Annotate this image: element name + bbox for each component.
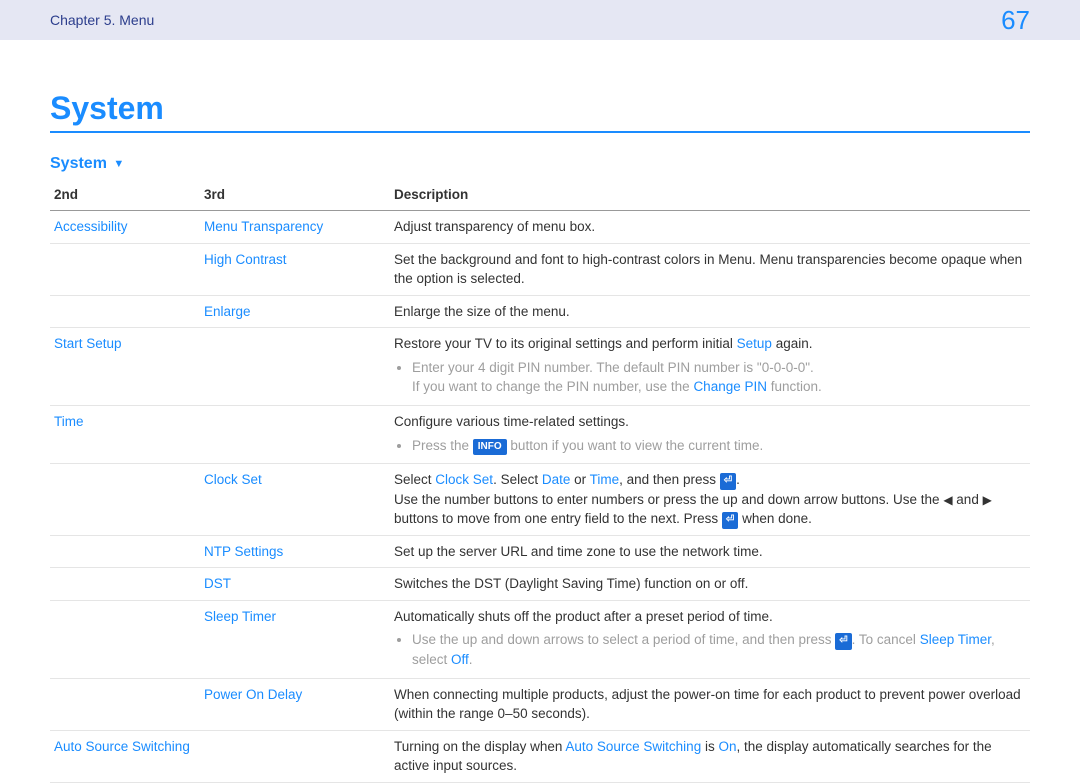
- menu-3rd-high-contrast: High Contrast: [204, 252, 287, 267]
- table-row: DST Switches the DST (Daylight Saving Ti…: [50, 568, 1030, 601]
- link-change-pin: Change PIN: [693, 379, 767, 394]
- desc-text: When connecting multiple products, adjus…: [390, 678, 1030, 730]
- page-header: Chapter 5. Menu 67: [0, 0, 1080, 40]
- enter-button-icon: ⏎: [722, 512, 738, 529]
- enter-button-icon: ⏎: [835, 633, 851, 650]
- desc-text: Restore your TV to its original settings…: [390, 328, 1030, 406]
- menu-2nd-time: Time: [54, 414, 84, 429]
- menu-3rd-power-on-delay: Power On Delay: [204, 687, 302, 702]
- menu-3rd-menu-transparency: Menu Transparency: [204, 219, 323, 234]
- table-row: Time Configure various time-related sett…: [50, 405, 1030, 463]
- desc-text: Turning on the display when Auto Source …: [390, 730, 1030, 782]
- table-row: Sleep Timer Automatically shuts off the …: [50, 600, 1030, 678]
- section-heading: System ▼: [50, 155, 1030, 173]
- section-title: System: [50, 155, 107, 172]
- table-row: Accessibility Menu Transparency Adjust t…: [50, 211, 1030, 244]
- menu-2nd-auto-source-switching: Auto Source Switching: [54, 739, 190, 754]
- link-setup: Setup: [737, 336, 772, 351]
- table-row: Enlarge Enlarge the size of the menu.: [50, 295, 1030, 328]
- desc-text: Switches the DST (Daylight Saving Time) …: [390, 568, 1030, 601]
- menu-2nd-accessibility: Accessibility: [54, 219, 128, 234]
- menu-3rd-dst: DST: [204, 576, 231, 591]
- bullet-note: Press the INFO button if you want to vie…: [412, 436, 1026, 456]
- table-row: Auto Source Switching Turning on the dis…: [50, 730, 1030, 782]
- menu-3rd-sleep-timer: Sleep Timer: [204, 609, 276, 624]
- desc-text: Enlarge the size of the menu.: [390, 295, 1030, 328]
- enter-button-icon: ⏎: [720, 473, 736, 490]
- col-header-3rd: 3rd: [200, 179, 390, 211]
- table-row: High Contrast Set the background and fon…: [50, 243, 1030, 295]
- left-arrow-icon: ◀: [943, 493, 952, 507]
- menu-3rd-ntp-settings: NTP Settings: [204, 544, 283, 559]
- desc-text: Select Clock Set. Select Date or Time, a…: [390, 464, 1030, 536]
- menu-2nd-start-setup: Start Setup: [54, 336, 122, 351]
- table-row: Power On Delay When connecting multiple …: [50, 678, 1030, 730]
- info-button-icon: INFO: [473, 439, 507, 456]
- col-header-description: Description: [390, 179, 1030, 211]
- table-row: Start Setup Restore your TV to its origi…: [50, 328, 1030, 406]
- col-header-2nd: 2nd: [50, 179, 200, 211]
- table-row: Clock Set Select Clock Set. Select Date …: [50, 464, 1030, 536]
- page-title: System: [50, 90, 1030, 133]
- page-content: System System ▼ 2nd 3rd Description Acce…: [0, 40, 1080, 783]
- desc-text: Set the background and font to high-cont…: [390, 243, 1030, 295]
- menu-3rd-clock-set: Clock Set: [204, 472, 262, 487]
- menu-3rd-enlarge: Enlarge: [204, 304, 251, 319]
- table-row: NTP Settings Set up the server URL and t…: [50, 535, 1030, 568]
- menu-table: 2nd 3rd Description Accessibility Menu T…: [50, 179, 1030, 783]
- page-number: 67: [1001, 5, 1030, 36]
- right-arrow-icon: ▶: [983, 493, 992, 507]
- desc-text: Adjust transparency of menu box.: [390, 211, 1030, 244]
- desc-text: Configure various time-related settings.…: [390, 405, 1030, 463]
- desc-text: Automatically shuts off the product afte…: [390, 600, 1030, 678]
- bullet-note: Use the up and down arrows to select a p…: [412, 630, 1026, 669]
- desc-text: Set up the server URL and time zone to u…: [390, 535, 1030, 568]
- bullet-note: Enter your 4 digit PIN number. The defau…: [412, 358, 1026, 397]
- chevron-down-icon: ▼: [113, 158, 124, 170]
- chapter-label: Chapter 5. Menu: [50, 12, 154, 28]
